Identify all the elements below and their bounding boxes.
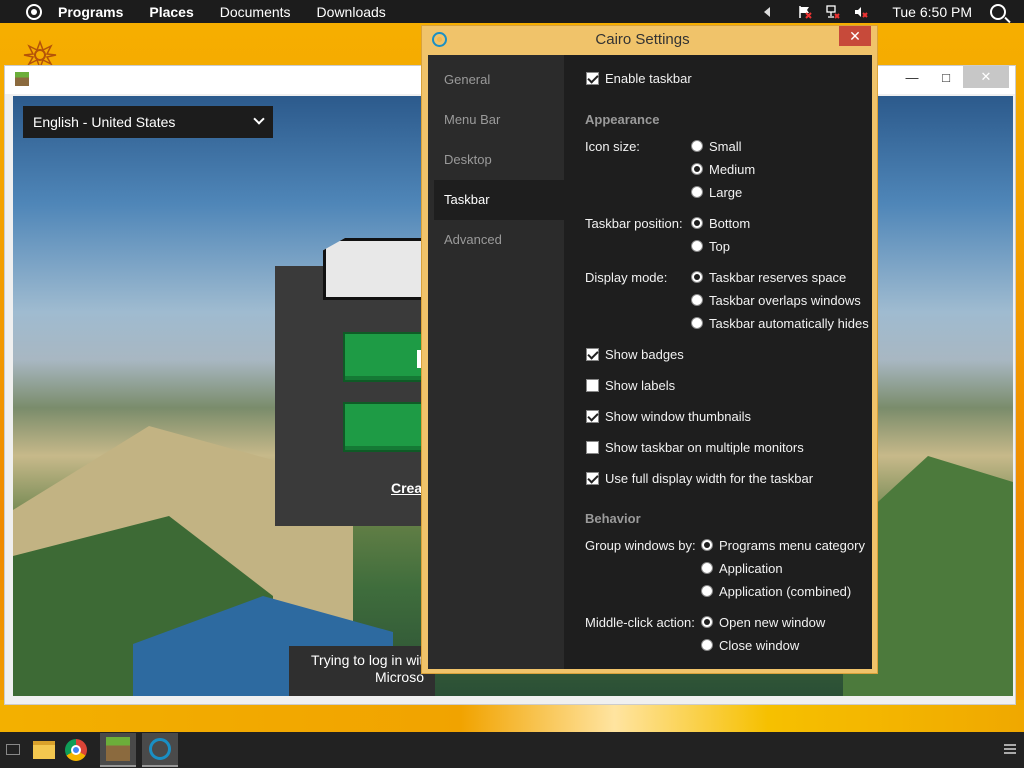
tray-expand-icon[interactable] <box>764 6 771 17</box>
maximize-button[interactable]: □ <box>929 66 963 88</box>
mode-overlaps-radio[interactable] <box>691 294 703 306</box>
menu-programs[interactable]: Programs <box>58 4 123 20</box>
group-application-label: Application <box>719 561 783 576</box>
cairo-settings-window: Cairo Settings ✕ General Menu Bar Deskto… <box>421 25 878 674</box>
middle-open-radio[interactable] <box>701 616 713 628</box>
window-controls: — □ ✕ <box>895 66 1009 88</box>
mode-reserves-space-label: Taskbar reserves space <box>709 270 847 285</box>
chevron-down-icon <box>253 113 265 125</box>
multi-monitor-label: Show taskbar on multiple monitors <box>605 440 804 455</box>
group-category-radio[interactable] <box>701 539 713 551</box>
nav-general[interactable]: General <box>434 60 564 100</box>
settings-body: General Menu Bar Desktop Taskbar Advance… <box>428 55 872 669</box>
taskbar-minecraft[interactable] <box>100 733 136 767</box>
action-center-flag-icon[interactable] <box>798 5 813 19</box>
group-combined-radio[interactable] <box>701 585 713 597</box>
window-title: Cairo Settings <box>595 31 690 48</box>
close-button[interactable]: ✕ <box>839 26 871 46</box>
group-windows-label: Group windows by: <box>585 538 696 553</box>
search-icon[interactable] <box>990 3 1006 20</box>
mode-overlaps-label: Taskbar overlaps windows <box>709 293 861 308</box>
language-select[interactable]: English - United States <box>23 106 273 138</box>
behavior-heading: Behavior <box>585 511 641 526</box>
full-width-checkbox[interactable] <box>586 472 599 485</box>
login-status-line2: Microso <box>375 669 425 685</box>
taskbar-chrome[interactable] <box>58 733 94 767</box>
chrome-icon <box>65 739 87 761</box>
icon-size-label: Icon size: <box>585 139 640 154</box>
nav-taskbar[interactable]: Taskbar <box>434 180 564 220</box>
minecraft-icon <box>106 737 130 761</box>
close-button[interactable]: ✕ <box>963 66 1009 88</box>
middle-close-label: Close window <box>719 638 800 653</box>
icon-size-large-radio[interactable] <box>691 186 703 198</box>
enable-taskbar-checkbox[interactable] <box>586 72 599 85</box>
cairo-icon <box>149 738 171 760</box>
taskbar-position-label: Taskbar position: <box>585 216 683 231</box>
position-top-label: Top <box>709 239 730 254</box>
show-labels-label: Show labels <box>605 378 676 393</box>
cairo-logo-icon[interactable] <box>26 3 42 20</box>
mode-autohide-radio[interactable] <box>691 317 703 329</box>
icon-size-small-label: Small <box>709 139 742 154</box>
menu-downloads[interactable]: Downloads <box>317 4 386 20</box>
enable-taskbar-label: Enable taskbar <box>605 71 692 86</box>
multi-monitor-checkbox[interactable] <box>586 441 599 454</box>
folder-icon <box>33 741 55 759</box>
mode-reserves-space-radio[interactable] <box>691 271 703 283</box>
show-labels-checkbox[interactable] <box>586 379 599 392</box>
taskbar-menu-icon[interactable] <box>1004 744 1016 754</box>
login-status: Trying to log in wit Microso <box>289 646 435 696</box>
position-bottom-label: Bottom <box>709 216 751 231</box>
show-thumbnails-checkbox[interactable] <box>586 410 599 423</box>
settings-nav: General Menu Bar Desktop Taskbar Advance… <box>428 55 564 669</box>
group-combined-label: Application (combined) <box>719 584 852 599</box>
taskbar-settings: Enable taskbar Appearance Icon size: Sma… <box>564 55 872 669</box>
icon-size-large-label: Large <box>709 185 743 200</box>
group-category-label: Programs menu category <box>719 538 865 553</box>
minecraft-icon <box>15 72 29 86</box>
middle-close-radio[interactable] <box>701 639 713 651</box>
middle-open-label: Open new window <box>719 615 826 630</box>
clock[interactable]: Tue 6:50 PM <box>892 4 972 20</box>
login-status-line1: Trying to log in wit <box>311 652 424 668</box>
icon-size-medium-label: Medium <box>709 162 756 177</box>
taskbar <box>0 732 1024 768</box>
mode-autohide-label: Taskbar automatically hides <box>709 316 869 331</box>
nav-advanced[interactable]: Advanced <box>434 220 564 260</box>
minecraft-logo <box>323 238 433 300</box>
position-top-radio[interactable] <box>691 240 703 252</box>
network-icon[interactable] <box>826 4 841 19</box>
icon-size-small-radio[interactable] <box>691 140 703 152</box>
taskbar-cairo-settings[interactable] <box>142 733 178 767</box>
volume-muted-icon[interactable] <box>854 5 869 19</box>
full-width-label: Use full display width for the taskbar <box>605 471 814 486</box>
show-desktop-icon[interactable] <box>6 744 20 755</box>
minimize-button[interactable]: — <box>895 66 929 88</box>
middle-click-label: Middle-click action: <box>585 615 695 630</box>
position-bottom-radio[interactable] <box>691 217 703 229</box>
menu-bar: Programs Places Documents Downloads Tue … <box>0 0 1024 23</box>
display-mode-label: Display mode: <box>585 270 668 285</box>
show-badges-checkbox[interactable] <box>586 348 599 361</box>
nav-desktop[interactable]: Desktop <box>434 140 564 180</box>
nav-menu-bar[interactable]: Menu Bar <box>434 100 564 140</box>
show-thumbnails-label: Show window thumbnails <box>605 409 751 424</box>
login-panel: Crea <box>275 238 435 526</box>
menu-places[interactable]: Places <box>149 4 193 20</box>
create-account-link[interactable]: Crea <box>391 480 422 496</box>
icon-size-medium-radio[interactable] <box>691 163 703 175</box>
menu-documents[interactable]: Documents <box>220 4 291 20</box>
language-select-value: English - United States <box>33 114 176 130</box>
appearance-heading: Appearance <box>585 112 660 127</box>
taskbar-file-explorer[interactable] <box>26 733 62 767</box>
group-application-radio[interactable] <box>701 562 713 574</box>
system-tray: Tue 6:50 PM <box>764 0 1024 23</box>
show-badges-label: Show badges <box>605 347 684 362</box>
